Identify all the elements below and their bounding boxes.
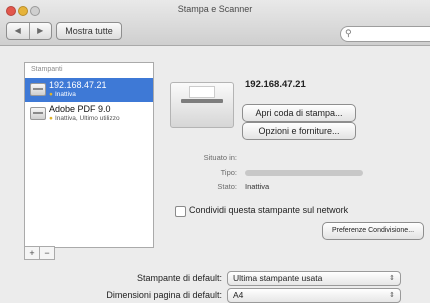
printer-paper <box>189 86 215 98</box>
window-title: Stampa e Scanner <box>177 4 253 14</box>
default-paper-value: A4 <box>233 290 244 300</box>
printer-list: Stampanti 192.168.47.21 ● Inattiva Adobe … <box>24 62 154 248</box>
printer-status-text: Inattiva, Ultimo utilizzo <box>54 115 120 122</box>
printers-scanners-window: Stampa e Scanner ◀ ▶ Mostra tutte ⚲ Stam… <box>0 0 430 303</box>
printer-status: ● Inattiva, Ultimo utilizzo <box>49 115 120 122</box>
default-printer-label: Stampante di default: <box>136 273 222 283</box>
sharing-preferences-button[interactable]: Preferenze Condivisione... <box>322 222 424 240</box>
search-icon: ⚲ <box>345 28 352 38</box>
status-label: Stato: <box>217 182 237 191</box>
default-printer-popup[interactable]: Ultima stampante usata ⇕ <box>227 271 401 286</box>
printer-slot <box>181 99 223 103</box>
status-value: Inattiva <box>245 182 270 191</box>
open-print-queue-button[interactable]: Apri coda di stampa... <box>242 104 356 122</box>
share-printer-checkbox[interactable] <box>175 206 186 217</box>
title-bar: Stampa e Scanner ◀ ▶ Mostra tutte ⚲ <box>0 0 430 46</box>
default-paper-label: Dimensioni pagina di default: <box>106 290 222 300</box>
type-value-redacted <box>245 170 363 176</box>
printer-status-text: Inattiva <box>54 91 76 98</box>
selected-printer-name: 192.168.47.21 <box>245 79 306 90</box>
share-printer-label[interactable]: Condividi questa stampante sul network <box>189 205 348 215</box>
printer-icon <box>30 107 46 120</box>
forward-button[interactable]: ▶ <box>28 23 52 39</box>
printer-list-header: Stampanti <box>31 66 63 73</box>
printer-list-item[interactable]: 192.168.47.21 ● Inattiva <box>25 78 153 102</box>
add-printer-button[interactable]: + <box>24 246 40 260</box>
printer-name: 192.168.47.21 <box>49 80 107 90</box>
default-printer-value: Ultima stampante usata <box>233 273 323 283</box>
options-supplies-button[interactable]: Opzioni e forniture... <box>242 122 356 140</box>
printer-icon <box>30 83 46 96</box>
status-dot-icon: ● <box>49 91 53 98</box>
printer-status: ● Inattiva <box>49 91 76 98</box>
list-buttons: + − <box>24 246 55 260</box>
popup-arrows-icon: ⇕ <box>389 275 395 282</box>
printer-name: Adobe PDF 9.0 <box>49 104 111 114</box>
search-field[interactable]: ⚲ <box>340 26 430 42</box>
back-button[interactable]: ◀ <box>7 23 29 39</box>
show-all-button[interactable]: Mostra tutte <box>56 22 122 40</box>
remove-printer-button[interactable]: − <box>39 246 55 260</box>
status-dot-icon: ● <box>49 115 53 122</box>
location-label: Situato in: <box>203 153 237 162</box>
popup-arrows-icon: ⇕ <box>389 292 395 299</box>
nav-segmented-control: ◀ ▶ <box>6 22 52 40</box>
printer-image <box>170 82 234 128</box>
printer-list-item[interactable]: Adobe PDF 9.0 ● Inattiva, Ultimo utilizzo <box>25 102 153 126</box>
default-paper-popup[interactable]: A4 ⇕ <box>227 288 401 303</box>
type-label: Tipo: <box>220 168 237 177</box>
